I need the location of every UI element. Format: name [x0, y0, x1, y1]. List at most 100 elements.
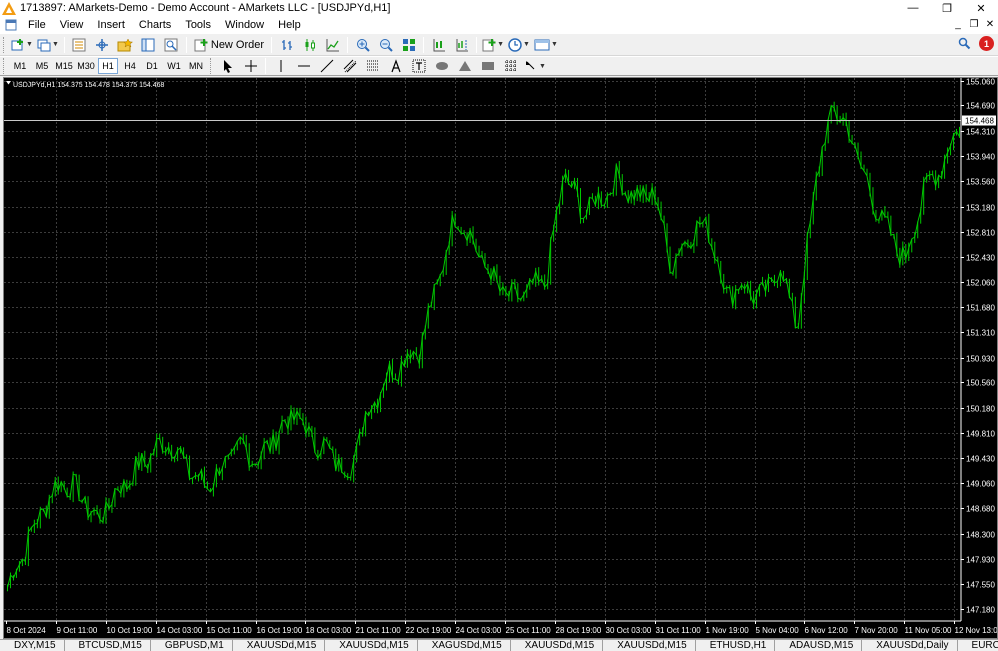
trendline-tool[interactable] [316, 57, 337, 76]
timeframe-m5[interactable]: M5 [32, 58, 52, 74]
chart-tab[interactable]: DXY,M15 [0, 640, 65, 651]
price-axis[interactable]: 155.060 154.690 154.310 153.940 153.560 153.1… [960, 78, 996, 621]
bar-chart-button[interactable] [276, 35, 297, 54]
price-tick-label: 147.930 [966, 556, 995, 565]
search-icon[interactable] [958, 37, 971, 50]
horizontal-line-tool[interactable] [293, 57, 314, 76]
equidistant-channel-tool[interactable] [339, 57, 360, 76]
line-chart-button[interactable] [322, 35, 343, 54]
clock-icon [508, 37, 522, 52]
timeframe-mn[interactable]: MN [186, 58, 206, 74]
market-watch-button[interactable] [69, 35, 90, 54]
rectangle-tool[interactable] [477, 57, 498, 76]
chart-close-button[interactable]: ✕ [982, 16, 998, 33]
toolbar-grip[interactable] [3, 58, 6, 74]
strategy-tester-button[interactable] [161, 35, 182, 54]
toolbar-separator [63, 36, 65, 53]
chart-tab[interactable]: XAUUSDd,M15 [511, 640, 604, 651]
trendline-icon [320, 59, 333, 73]
cursor-tool[interactable] [217, 57, 238, 76]
periods-button[interactable]: ▼ [507, 35, 531, 54]
new-chart-button[interactable]: ▼ [10, 35, 34, 54]
chart-tab[interactable]: EURCADd,Monthly [958, 640, 998, 651]
minimize-button[interactable]: — [896, 0, 930, 16]
timeframe-h1[interactable]: H1 [98, 58, 118, 74]
chart-tab[interactable]: GBPUSD,M1 [151, 640, 233, 651]
crosshair-tool[interactable] [240, 57, 261, 76]
timeframe-m1[interactable]: M1 [10, 58, 30, 74]
timeframe-w1[interactable]: W1 [164, 58, 184, 74]
toolbar-grip[interactable] [210, 58, 213, 74]
price-tick-label: 153.560 [966, 178, 995, 187]
menu-tools[interactable]: Tools [178, 19, 218, 31]
candlestick-button[interactable] [299, 35, 320, 54]
tile-windows-button[interactable] [398, 35, 419, 54]
ellipse-tool[interactable] [431, 57, 452, 76]
timeframe-h4[interactable]: H4 [120, 58, 140, 74]
menu-window[interactable]: Window [218, 19, 271, 31]
crosshair-move-icon [96, 38, 109, 51]
timeframe-m15[interactable]: M15 [54, 58, 74, 74]
navigator-button[interactable] [115, 35, 136, 54]
zoom-out-button[interactable] [375, 35, 396, 54]
data-window-button[interactable] [92, 35, 113, 54]
triangle-tool[interactable] [454, 57, 475, 76]
channel-icon [343, 59, 356, 73]
chart-minimize-button[interactable]: _ [950, 16, 966, 33]
chart-tab[interactable]: XAUUSDd,M15 [325, 640, 418, 651]
rectangle-icon [481, 62, 494, 70]
restore-button[interactable]: ❐ [930, 0, 964, 16]
chart-tab[interactable]: XAGUSDd,M15 [418, 640, 511, 651]
chart-restore-button[interactable]: ❐ [966, 16, 982, 33]
toolbar-separator [185, 36, 187, 53]
menu-charts[interactable]: Charts [132, 19, 178, 31]
templates-button[interactable]: ▼ [533, 35, 559, 54]
chart-shift-button[interactable] [451, 35, 472, 54]
time-tick-label: 5 Nov 04:00 [756, 626, 800, 635]
chart-tab[interactable]: XAUUSDd,M15 [233, 640, 326, 651]
chart-tab[interactable]: ETHUSD,H1 [696, 640, 776, 651]
zoom-in-button[interactable] [352, 35, 373, 54]
bar-chart-icon [281, 39, 292, 50]
price-chart[interactable]: 155.060 154.690 154.310 153.940 153.560 153.1… [4, 78, 997, 638]
text-tool[interactable] [385, 57, 406, 76]
close-button[interactable]: ✕ [964, 0, 998, 16]
text-label-tool[interactable] [408, 57, 429, 76]
time-tick-label: 16 Oct 19:00 [257, 626, 303, 635]
gann-tool[interactable] [500, 57, 521, 76]
menu-insert[interactable]: Insert [90, 19, 132, 31]
menu-view[interactable]: View [53, 19, 91, 31]
time-tick-label: 9 Oct 11:00 [57, 626, 98, 635]
chart-grid [4, 78, 961, 621]
time-tick-label: 8 Oct 2024 [7, 626, 47, 635]
chart-tabs: DXY,M15 BTCUSD,M15 GBPUSD,M1 XAUUSDd,M15 XAU… [0, 639, 998, 651]
terminal-button[interactable] [138, 35, 159, 54]
menu-file[interactable]: File [21, 19, 53, 31]
vertical-line-tool[interactable] [270, 57, 291, 76]
timeframe-d1[interactable]: D1 [142, 58, 162, 74]
price-tick-label: 147.180 [966, 606, 995, 615]
menu-help[interactable]: Help [271, 19, 308, 31]
time-tick-label: 11 Nov 05:00 [905, 626, 953, 635]
indicators-button[interactable]: ▼ [481, 35, 505, 54]
new-order-button[interactable]: New Order [191, 35, 267, 54]
time-axis[interactable]: 8 Oct 2024 9 Oct 11:00 10 Oct 19:00 14 Oct … [4, 620, 997, 635]
chart-shift-icon [456, 38, 468, 51]
fibonacci-tool[interactable] [362, 57, 383, 76]
notification-badge[interactable]: 1 [979, 36, 994, 51]
time-tick-label: 22 Oct 19:00 [406, 626, 452, 635]
market-watch-icon [72, 38, 86, 51]
chart-tab[interactable]: ADAUSD,M15 [775, 640, 863, 651]
profiles-button[interactable]: ▼ [36, 35, 60, 54]
timeframe-m30[interactable]: M30 [76, 58, 96, 74]
toolbar-grip[interactable] [3, 36, 6, 53]
chart-tab[interactable]: XAUUSDd,Daily [862, 640, 958, 651]
chart-tab[interactable]: XAUUSDd,M15 [603, 640, 696, 651]
time-tick-label: 7 Nov 20:00 [855, 626, 899, 635]
arrows-tool[interactable]: ▼ [523, 57, 547, 76]
price-tick-label: 155.060 [966, 78, 995, 87]
ellipse-icon [435, 62, 448, 70]
chart-window[interactable]: 155.060 154.690 154.310 153.940 153.560 153.1… [3, 77, 998, 639]
chart-tab[interactable]: BTCUSD,M15 [65, 640, 151, 651]
auto-scroll-button[interactable] [428, 35, 449, 54]
